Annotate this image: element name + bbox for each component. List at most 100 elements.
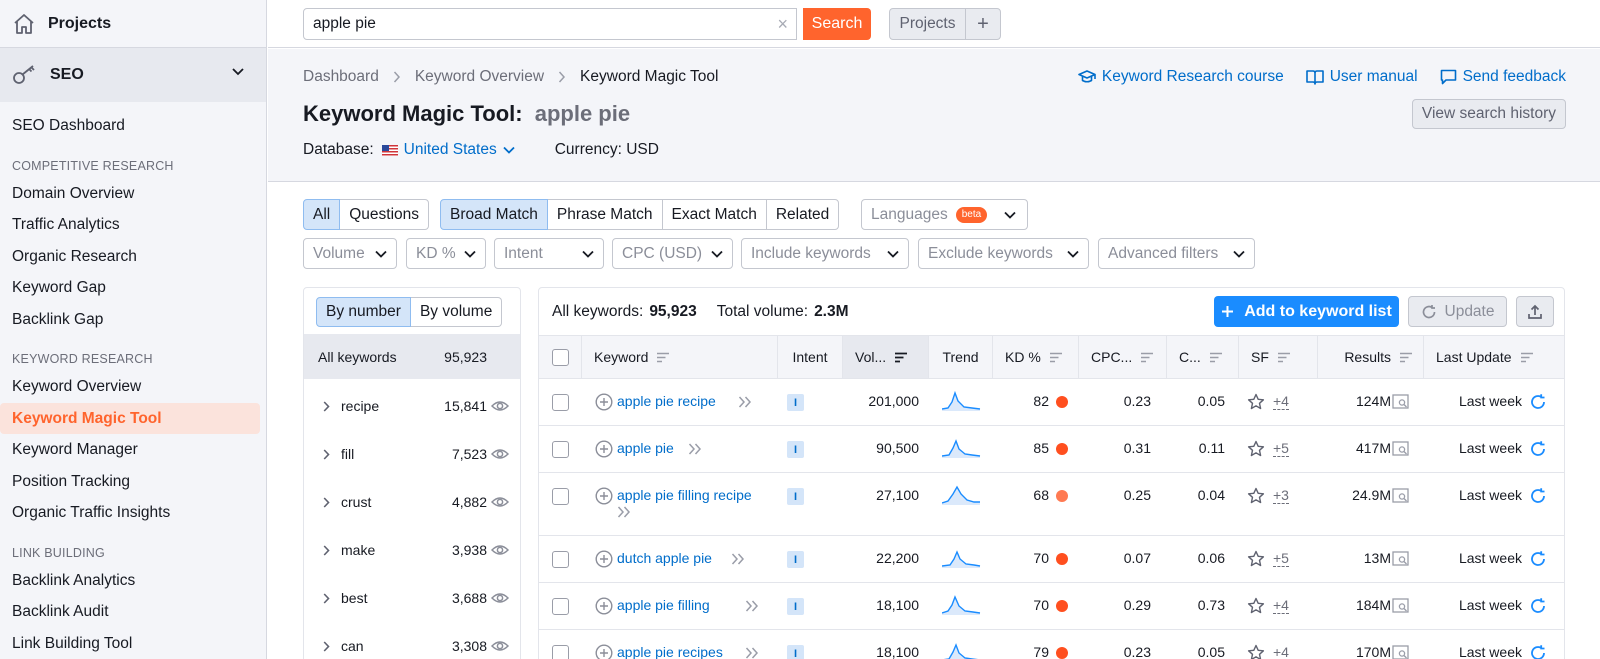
serp-preview-icon[interactable]	[1392, 598, 1410, 614]
column-header-last-update[interactable]: Last Update	[1424, 336, 1564, 378]
sidebar-item-backlink-gap[interactable]: Backlink Gap	[0, 304, 260, 336]
column-header-vol[interactable]: Vol...	[843, 336, 929, 378]
by-number-button[interactable]: By number	[316, 297, 411, 327]
add-circle-icon[interactable]	[595, 644, 613, 659]
view-search-history-button[interactable]: View search history	[1411, 99, 1566, 129]
keyword-link[interactable]: apple pie recipes	[617, 644, 723, 659]
chevron-right-icon[interactable]	[323, 593, 330, 604]
volume-dropdown[interactable]: Volume	[303, 238, 397, 269]
double-chevron-icon[interactable]	[731, 553, 745, 565]
languages-dropdown[interactable]: Languages beta	[861, 199, 1028, 230]
double-chevron-icon[interactable]	[738, 396, 752, 408]
all-keywords-group[interactable]: All keywords 95,923	[304, 334, 520, 379]
select-all-checkbox[interactable]	[551, 348, 569, 366]
star-icon[interactable]	[1247, 550, 1265, 568]
tab-exact-match[interactable]: Exact Match	[661, 199, 767, 230]
clear-icon[interactable]: ×	[777, 15, 788, 33]
refresh-icon[interactable]	[1529, 597, 1547, 615]
eye-icon[interactable]	[491, 447, 509, 461]
row-checkbox[interactable]	[552, 441, 569, 458]
breadcrumb-dashboard[interactable]: Dashboard	[303, 68, 379, 86]
keyword-link[interactable]: apple pie filling recipe	[617, 487, 752, 503]
keyword-link[interactable]: apple pie filling	[617, 597, 710, 613]
keyword-link[interactable]: dutch apple pie	[617, 550, 712, 566]
group-row[interactable]: make 3,938	[304, 526, 520, 574]
sort-icon[interactable]	[1140, 352, 1154, 363]
row-checkbox[interactable]	[552, 551, 569, 568]
double-chevron-icon[interactable]	[688, 443, 702, 455]
search-input[interactable]: apple pie ×	[303, 8, 797, 40]
group-row[interactable]: fill 7,523	[304, 430, 520, 478]
row-checkbox[interactable]	[552, 598, 569, 615]
star-icon[interactable]	[1247, 440, 1265, 458]
star-icon[interactable]	[1247, 393, 1265, 411]
tab-phrase-match[interactable]: Phrase Match	[546, 199, 663, 230]
eye-icon[interactable]	[491, 495, 509, 509]
column-header-intent[interactable]: Intent	[778, 336, 843, 378]
send-feedback-link[interactable]: Send feedback	[1440, 68, 1566, 86]
chevron-right-icon[interactable]	[323, 449, 330, 460]
eye-icon[interactable]	[491, 639, 509, 653]
sort-icon[interactable]	[1520, 352, 1534, 363]
refresh-icon[interactable]	[1529, 644, 1547, 659]
group-row[interactable]: best 3,688	[304, 574, 520, 622]
refresh-icon[interactable]	[1529, 487, 1547, 505]
database-select[interactable]: United States	[404, 141, 515, 159]
chevron-right-icon[interactable]	[323, 401, 330, 412]
group-row[interactable]: can 3,308	[304, 622, 520, 659]
sidebar-projects[interactable]: Projects	[0, 0, 266, 48]
sidebar-item-seo-dashboard[interactable]: SEO Dashboard	[0, 110, 260, 142]
eye-icon[interactable]	[491, 399, 509, 413]
serp-features-count[interactable]: +3	[1273, 488, 1289, 504]
sidebar-item-backlink-analytics[interactable]: Backlink Analytics	[0, 565, 260, 597]
row-checkbox[interactable]	[552, 645, 569, 659]
column-header-c[interactable]: C...	[1167, 336, 1239, 378]
serp-preview-icon[interactable]	[1392, 645, 1410, 659]
chevron-right-icon[interactable]	[323, 641, 330, 652]
sort-icon[interactable]	[894, 352, 908, 363]
tab-broad-match[interactable]: Broad Match	[440, 199, 548, 230]
double-chevron-icon[interactable]	[745, 647, 759, 659]
double-chevron-icon[interactable]	[617, 506, 631, 518]
column-header-trend[interactable]: Trend	[929, 336, 993, 378]
sidebar-item-keyword-gap[interactable]: Keyword Gap	[0, 272, 260, 304]
kd-dropdown[interactable]: KD %	[406, 238, 486, 269]
sidebar-item-organic-traffic-insights[interactable]: Organic Traffic Insights	[0, 497, 260, 529]
sidebar-item-position-tracking[interactable]: Position Tracking	[0, 466, 260, 498]
sort-icon[interactable]	[656, 352, 670, 363]
serp-preview-icon[interactable]	[1392, 488, 1410, 504]
update-button[interactable]: Update	[1408, 296, 1507, 327]
sidebar-item-backlink-audit[interactable]: Backlink Audit	[0, 596, 260, 628]
refresh-icon[interactable]	[1529, 393, 1547, 411]
column-header-kd[interactable]: KD %	[993, 336, 1079, 378]
serp-features-count[interactable]: +4	[1273, 598, 1289, 614]
serp-preview-icon[interactable]	[1392, 441, 1410, 457]
serp-features-count[interactable]: +5	[1273, 441, 1289, 457]
add-project-button[interactable]: +	[965, 8, 1001, 40]
sort-icon[interactable]	[1277, 352, 1291, 363]
column-header-keyword[interactable]: Keyword	[582, 336, 778, 378]
row-checkbox[interactable]	[552, 394, 569, 411]
user-manual-link[interactable]: User manual	[1305, 68, 1418, 86]
serp-features-count[interactable]: +4	[1273, 394, 1289, 410]
sidebar-item-keyword-magic-tool[interactable]: Keyword Magic Tool	[0, 402, 260, 434]
course-link[interactable]: Keyword Research course	[1078, 68, 1284, 86]
sidebar-item-keyword-overview[interactable]: Keyword Overview	[0, 371, 260, 403]
serp-features-count[interactable]: +4	[1273, 645, 1289, 659]
add-circle-icon[interactable]	[595, 550, 613, 568]
add-circle-icon[interactable]	[595, 393, 613, 411]
sort-icon[interactable]	[1209, 352, 1223, 363]
serp-preview-icon[interactable]	[1392, 394, 1410, 410]
intent-dropdown[interactable]: Intent	[494, 238, 604, 269]
tab-related[interactable]: Related	[765, 199, 840, 230]
advanced-filters-dropdown[interactable]: Advanced filters	[1098, 238, 1255, 269]
column-header-results[interactable]: Results	[1318, 336, 1424, 378]
sidebar-item-organic-research[interactable]: Organic Research	[0, 241, 260, 273]
eye-icon[interactable]	[491, 591, 509, 605]
serp-preview-icon[interactable]	[1392, 551, 1410, 567]
group-row[interactable]: crust 4,882	[304, 478, 520, 526]
projects-button[interactable]: Projects	[889, 8, 966, 40]
include-keywords-dropdown[interactable]: Include keywords	[741, 238, 909, 269]
eye-icon[interactable]	[491, 543, 509, 557]
sidebar-item-link-building-tool[interactable]: Link Building Tool	[0, 628, 260, 659]
